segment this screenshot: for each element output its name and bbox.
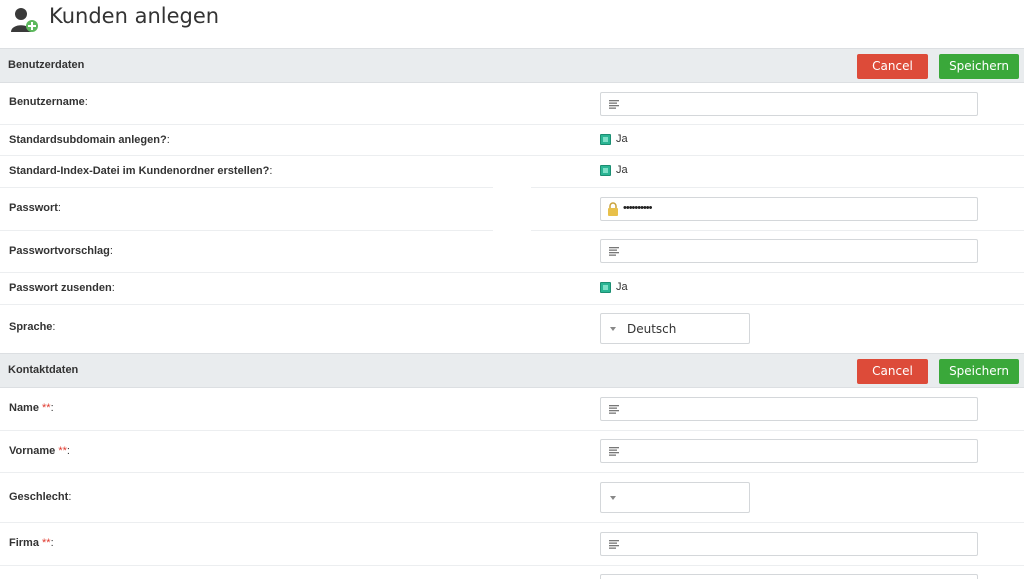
passwort-input[interactable]: •••••••••• [600,197,978,221]
row-benutzername: Benutzername: [0,83,1024,125]
sprache-select[interactable]: Deutsch [600,313,750,344]
row-passwortvorschlag: Passwortvorschlag: [0,231,1024,273]
geschlecht-label: Geschlecht: [9,491,72,503]
text-lines-icon [609,247,619,256]
vorname-input[interactable] [600,439,978,463]
section-benutzerdaten: Benutzerdaten Cancel Speichern [0,48,1024,83]
cancel-button[interactable]: Cancel [857,54,928,79]
required-mark: ** [42,537,51,549]
firma-label: Firma **: [9,537,54,549]
checkbox-checked[interactable] [600,134,611,145]
passwortvorschlag-input[interactable] [600,239,978,263]
passwortvorschlag-label: Passwortvorschlag: [9,245,113,257]
page-header: Kunden anlegen [0,0,1024,40]
cancel-button[interactable]: Cancel [857,359,928,384]
section-title: Benutzerdaten [8,59,85,71]
save-button[interactable]: Speichern [939,54,1019,79]
row-passwort: Passwort: •••••••••• [0,188,1024,231]
required-mark: ** [58,445,67,457]
row-name: Name **: [0,388,1024,431]
firma-input[interactable] [600,532,978,556]
row-subdomain: Standardsubdomain anlegen?: Ja [0,125,1024,156]
section-title: Kontaktdaten [8,364,79,376]
checkbox-label: Ja [616,133,628,145]
page-title: Kunden anlegen [49,4,220,28]
subdomain-label: Standardsubdomain anlegen?: [9,134,170,146]
text-lines-icon [609,405,619,414]
sprache-selected-value: Deutsch [627,322,677,336]
passwort-label: Passwort: [9,202,61,214]
benutzername-label: Benutzername: [9,96,88,108]
benutzername-input[interactable] [600,92,978,116]
required-mark: ** [42,402,51,414]
next-field-input[interactable] [600,574,978,579]
geschlecht-select[interactable] [600,482,750,513]
checkbox-checked[interactable] [600,165,611,176]
passwort-zusenden-label: Passwort zusenden: [9,282,115,294]
chevron-down-icon [610,495,616,500]
checkbox-label: Ja [616,281,628,293]
row-index-datei: Standard-Index-Datei im Kundenordner ers… [0,156,1024,188]
checkbox-checked[interactable] [600,282,611,293]
checkbox-label: Ja [616,164,628,176]
name-label: Name **: [9,402,54,414]
row-passwort-zusenden: Passwort zusenden: Ja [0,273,1024,305]
save-button[interactable]: Speichern [939,359,1019,384]
vorname-label: Vorname **: [9,445,70,457]
password-value: •••••••••• [623,202,652,214]
section-kontaktdaten: Kontaktdaten Cancel Speichern [0,353,1024,388]
sprache-label: Sprache: [9,321,56,333]
row-vorname: Vorname **: [0,431,1024,473]
lock-icon [608,202,618,216]
index-datei-label: Standard-Index-Datei im Kundenordner ers… [9,165,273,177]
name-input[interactable] [600,397,978,421]
row-firma: Firma **: [0,523,1024,566]
chevron-down-icon [610,326,616,331]
row-geschlecht: Geschlecht: [0,473,1024,523]
text-lines-icon [609,447,619,456]
row-sprache: Sprache: Deutsch [0,305,1024,353]
text-lines-icon [609,540,619,549]
user-add-icon [11,8,38,32]
text-lines-icon [609,100,619,109]
